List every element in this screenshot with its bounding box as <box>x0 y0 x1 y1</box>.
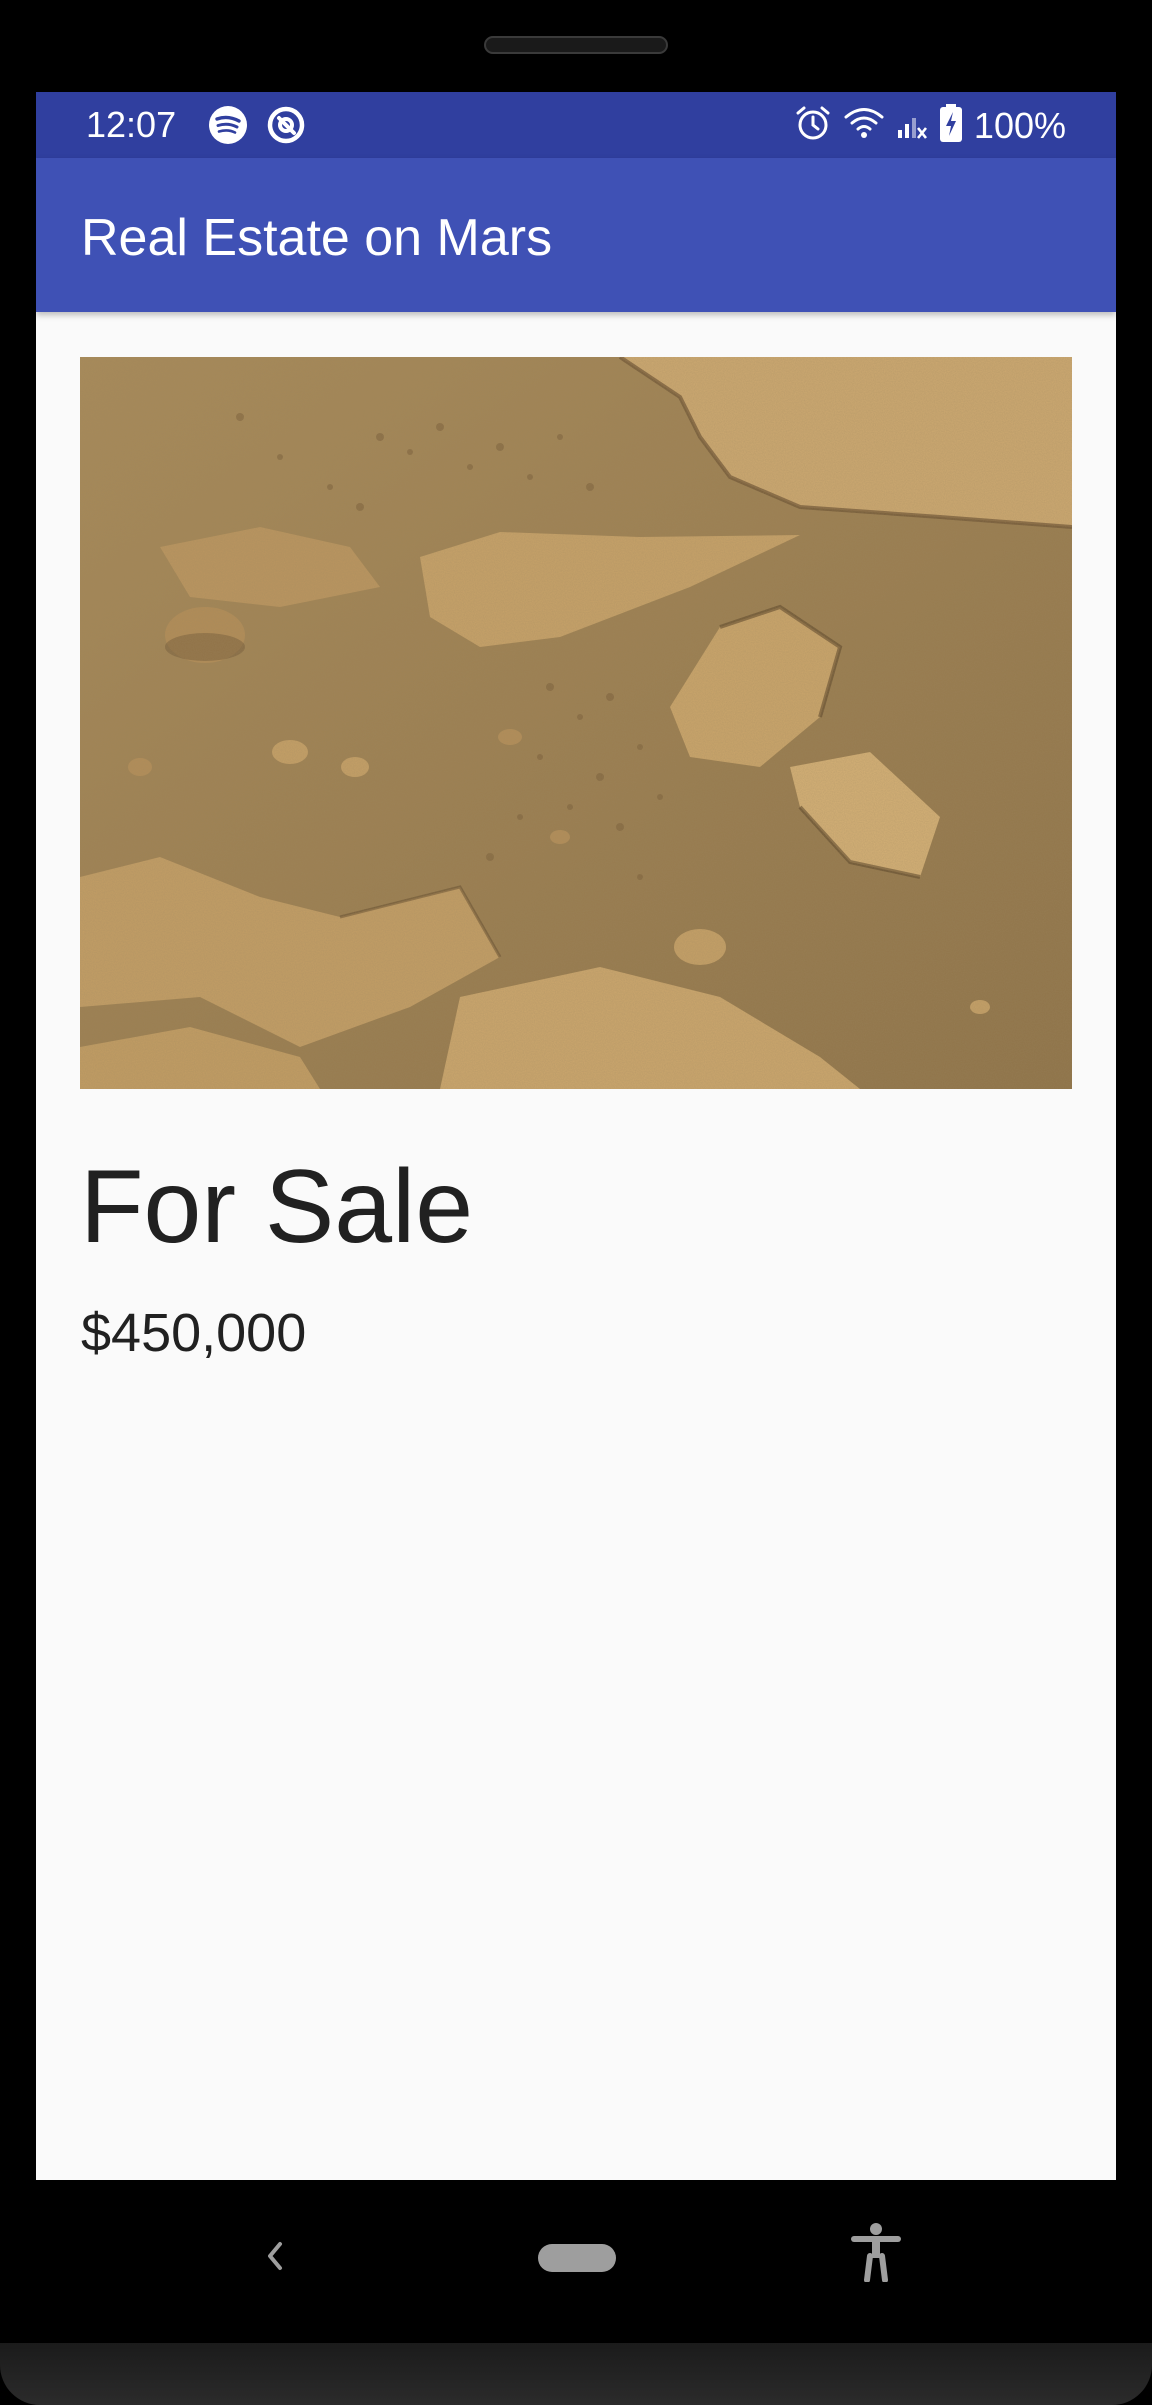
back-icon[interactable] <box>258 2234 292 2278</box>
battery-charging-icon <box>939 104 962 147</box>
signal-icon <box>896 106 928 145</box>
spotify-icon <box>208 105 248 150</box>
alarm-icon <box>794 104 832 147</box>
navigation-bar <box>0 2180 1152 2343</box>
mars-terrain-photo <box>80 357 1072 1089</box>
status-left-icons <box>208 105 306 150</box>
listing-price: $450,000 <box>81 1303 307 1363</box>
status-time: 12:07 <box>86 104 177 145</box>
app-title: Real Estate on Mars <box>81 209 553 267</box>
home-pill-icon[interactable] <box>538 2244 616 2272</box>
app-screen: 12:07 100% Real Estate on Mars For Sale … <box>36 92 1116 2180</box>
battery-percentage: 100% <box>973 104 1066 146</box>
status-right-icons: 100% <box>794 104 1066 147</box>
at-sign-icon <box>266 105 306 150</box>
earpiece-speaker <box>484 36 668 54</box>
status-bar: 12:07 100% <box>36 92 1116 158</box>
wifi-icon <box>844 106 884 145</box>
device-bottom-edge <box>0 2343 1152 2405</box>
phone-device: 12:07 100% Real Estate on Mars For Sale … <box>0 0 1152 2405</box>
accessibility-icon[interactable] <box>850 2222 902 2282</box>
listing-type-heading: For Sale <box>80 1149 474 1265</box>
app-bar: Real Estate on Mars <box>36 158 1116 312</box>
